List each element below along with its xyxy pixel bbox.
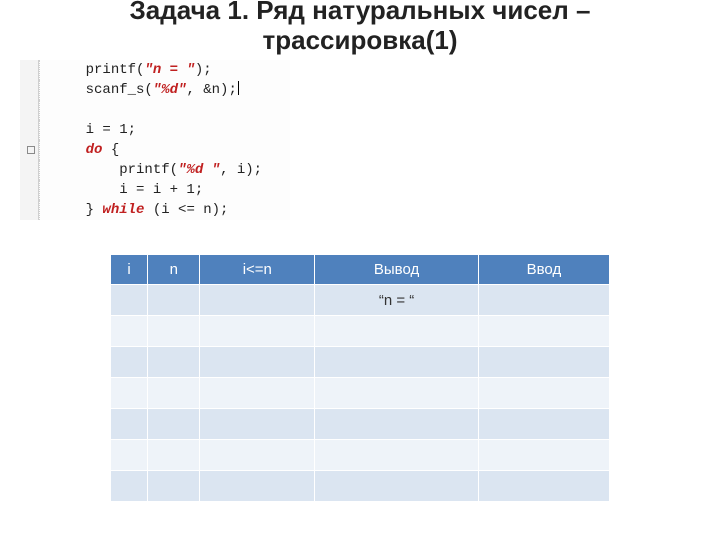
code-sample: printf("n = "); scanf_s("%d", &n); i = 1… <box>20 60 290 220</box>
cell <box>148 285 200 316</box>
code-line: printf("%d ", i); <box>119 162 262 178</box>
table-header: Вывод <box>315 255 479 285</box>
table-header: i<=n <box>200 255 315 285</box>
table-header: n <box>148 255 200 285</box>
table-row <box>111 378 610 409</box>
table-row: “n = “ <box>111 285 610 316</box>
table-row <box>111 409 610 440</box>
page-title: Задача 1. Ряд натуральных чисел – трасси… <box>0 0 720 56</box>
table-row <box>111 471 610 502</box>
code-line: scanf_s("%d", &n); <box>86 82 237 98</box>
code-line: } while (i <= n); <box>86 202 229 218</box>
code-line: i = 1; <box>86 122 136 138</box>
cell <box>200 285 315 316</box>
table-header: Ввод <box>478 255 609 285</box>
fold-handle-icon <box>20 140 39 160</box>
table-row <box>111 347 610 378</box>
code-line: i = i + 1; <box>119 182 203 198</box>
code-line: printf("n = "); <box>86 62 212 78</box>
trace-table: i n i<=n Вывод Ввод “n = “ <box>110 254 610 502</box>
table-header: i <box>111 255 148 285</box>
table-row <box>111 316 610 347</box>
cell <box>478 285 609 316</box>
table-row <box>111 440 610 471</box>
table-body: “n = “ <box>111 285 610 502</box>
code-line: do { <box>86 142 120 158</box>
cell <box>111 285 148 316</box>
cell: “n = “ <box>315 285 479 316</box>
